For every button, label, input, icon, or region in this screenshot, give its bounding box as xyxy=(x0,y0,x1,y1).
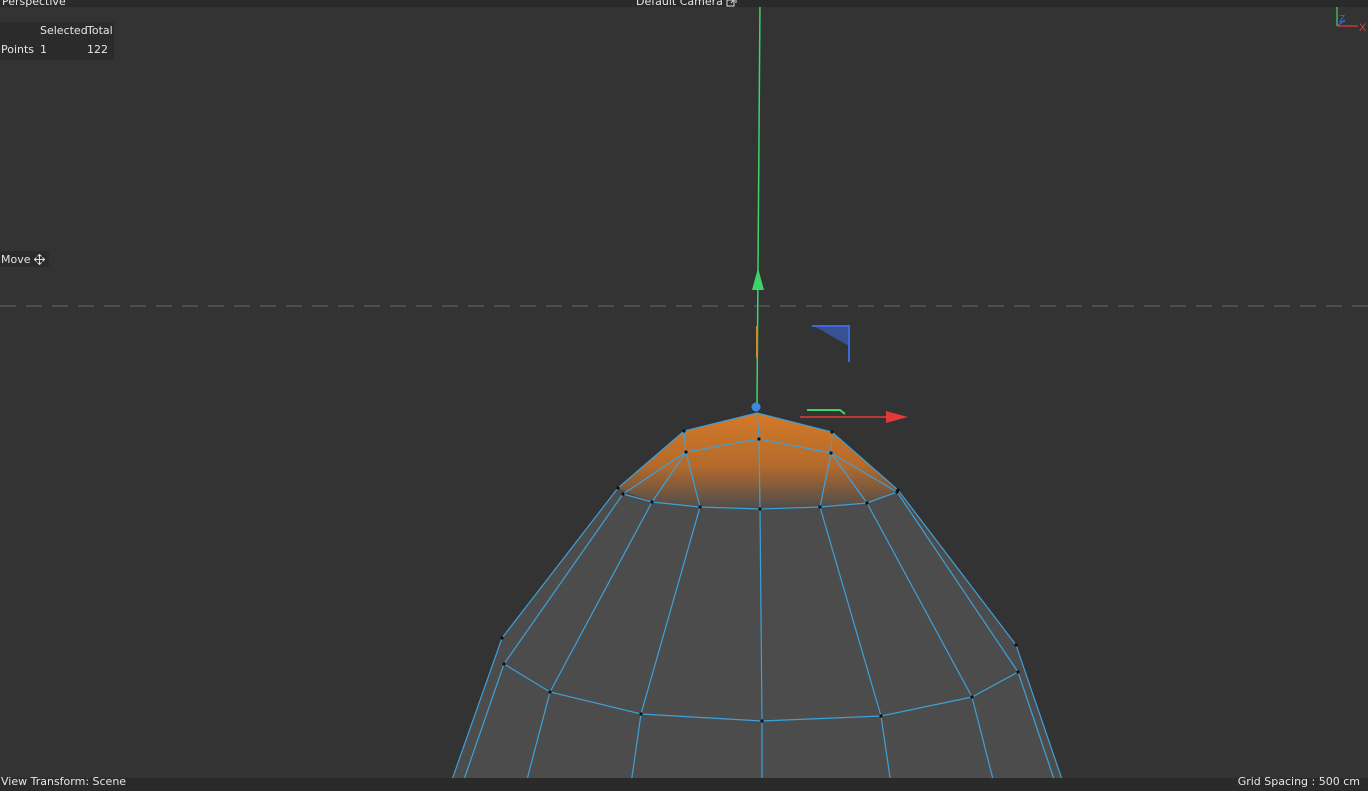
mesh-body-fill xyxy=(448,488,1066,791)
gizmo-x-arrow-head[interactable] xyxy=(886,411,908,423)
viewport-header: Perspective Default Camera xyxy=(0,0,1368,8)
hud-header-selected: Selected xyxy=(40,24,88,37)
camera-label-text: Default Camera xyxy=(636,0,723,8)
active-tool-badge: Move xyxy=(0,251,49,267)
mesh-object[interactable] xyxy=(447,412,1067,791)
gizmo-center-point[interactable] xyxy=(751,402,761,412)
camera-link-icon xyxy=(726,0,737,6)
gizmo-y-arrow-head[interactable] xyxy=(752,268,764,290)
axis-label-x: X xyxy=(1359,22,1367,34)
viewport-status-bar: View Transform: Scene Grid Spacing : 500… xyxy=(0,775,1368,791)
hud-row-label: Points xyxy=(1,43,35,56)
move-arrows-icon xyxy=(33,253,45,265)
active-tool-label: Move xyxy=(1,252,31,266)
hud-header-total: Total xyxy=(87,24,113,37)
hud-row-selected: 1 xyxy=(40,43,47,56)
move-gizmo[interactable] xyxy=(751,0,909,423)
gizmo-yz-plane-handle[interactable] xyxy=(812,325,850,362)
view-transform-label: View Transform: Scene xyxy=(1,775,127,788)
hud-row-total: 122 xyxy=(87,43,108,56)
camera-selector[interactable]: Default Camera xyxy=(636,0,737,8)
selection-hud: Selected Total Points 1 122 xyxy=(0,22,114,60)
viewport-canvas[interactable]: Z X xyxy=(0,0,1368,791)
grid-spacing-label: Grid Spacing : 500 cm xyxy=(1237,775,1360,788)
view-name-label[interactable]: Perspective xyxy=(2,0,66,8)
axis-label-z: Z xyxy=(1339,14,1345,25)
gizmo-xy-plane-handle[interactable] xyxy=(807,409,846,415)
